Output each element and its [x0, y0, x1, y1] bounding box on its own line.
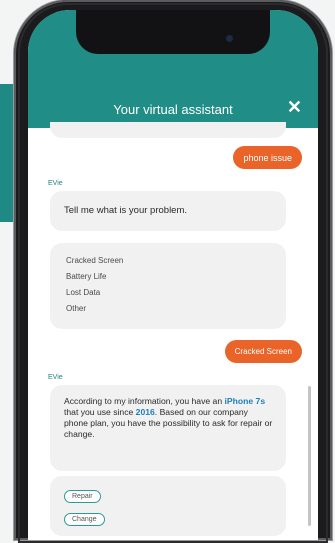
user-choice-text: Cracked Screen: [234, 347, 292, 356]
bot-question-bubble: Tell me what is your problem.: [50, 191, 286, 231]
phone-notch: [76, 10, 270, 54]
phone-screen: Your virtual assistant ✕ phone issue EVi…: [28, 10, 318, 540]
assistant-title: Your virtual assistant: [113, 102, 233, 117]
info-text-part1: According to my information, you have an: [64, 396, 225, 406]
options-bubble: Cracked Screen Battery Life Lost Data Ot…: [50, 243, 286, 329]
info-year: 2016: [135, 407, 155, 417]
previous-bot-bubble: [50, 122, 286, 138]
close-icon[interactable]: ✕: [287, 98, 302, 116]
bot-info-bubble: According to my information, you have an…: [50, 385, 286, 471]
option-battery-life[interactable]: Battery Life: [66, 269, 123, 285]
chat-thread: phone issue EVie Tell me what is your pr…: [28, 122, 318, 540]
user-choice-message: Cracked Screen: [224, 340, 302, 363]
bot-name-label: EVie: [48, 180, 63, 187]
bot-name-label-2: EVie: [48, 374, 63, 381]
actions-bubble: Repair Change: [50, 476, 286, 536]
option-lost-data[interactable]: Lost Data: [66, 285, 123, 301]
chat-scrollbar[interactable]: [308, 386, 311, 526]
front-camera-icon: [226, 35, 233, 42]
info-device: iPhone 7s: [224, 396, 266, 406]
user-message-text: phone issue: [243, 152, 292, 163]
option-other[interactable]: Other: [66, 301, 123, 317]
change-button[interactable]: Change: [64, 513, 105, 526]
user-message: phone issue: [233, 146, 302, 169]
repair-button[interactable]: Repair: [64, 490, 101, 503]
bot-info-text: According to my information, you have an…: [64, 396, 274, 440]
bot-question-text: Tell me what is your problem.: [64, 205, 188, 216]
info-text-part2: that you use since: [64, 407, 136, 417]
option-cracked-screen[interactable]: Cracked Screen: [66, 253, 123, 269]
